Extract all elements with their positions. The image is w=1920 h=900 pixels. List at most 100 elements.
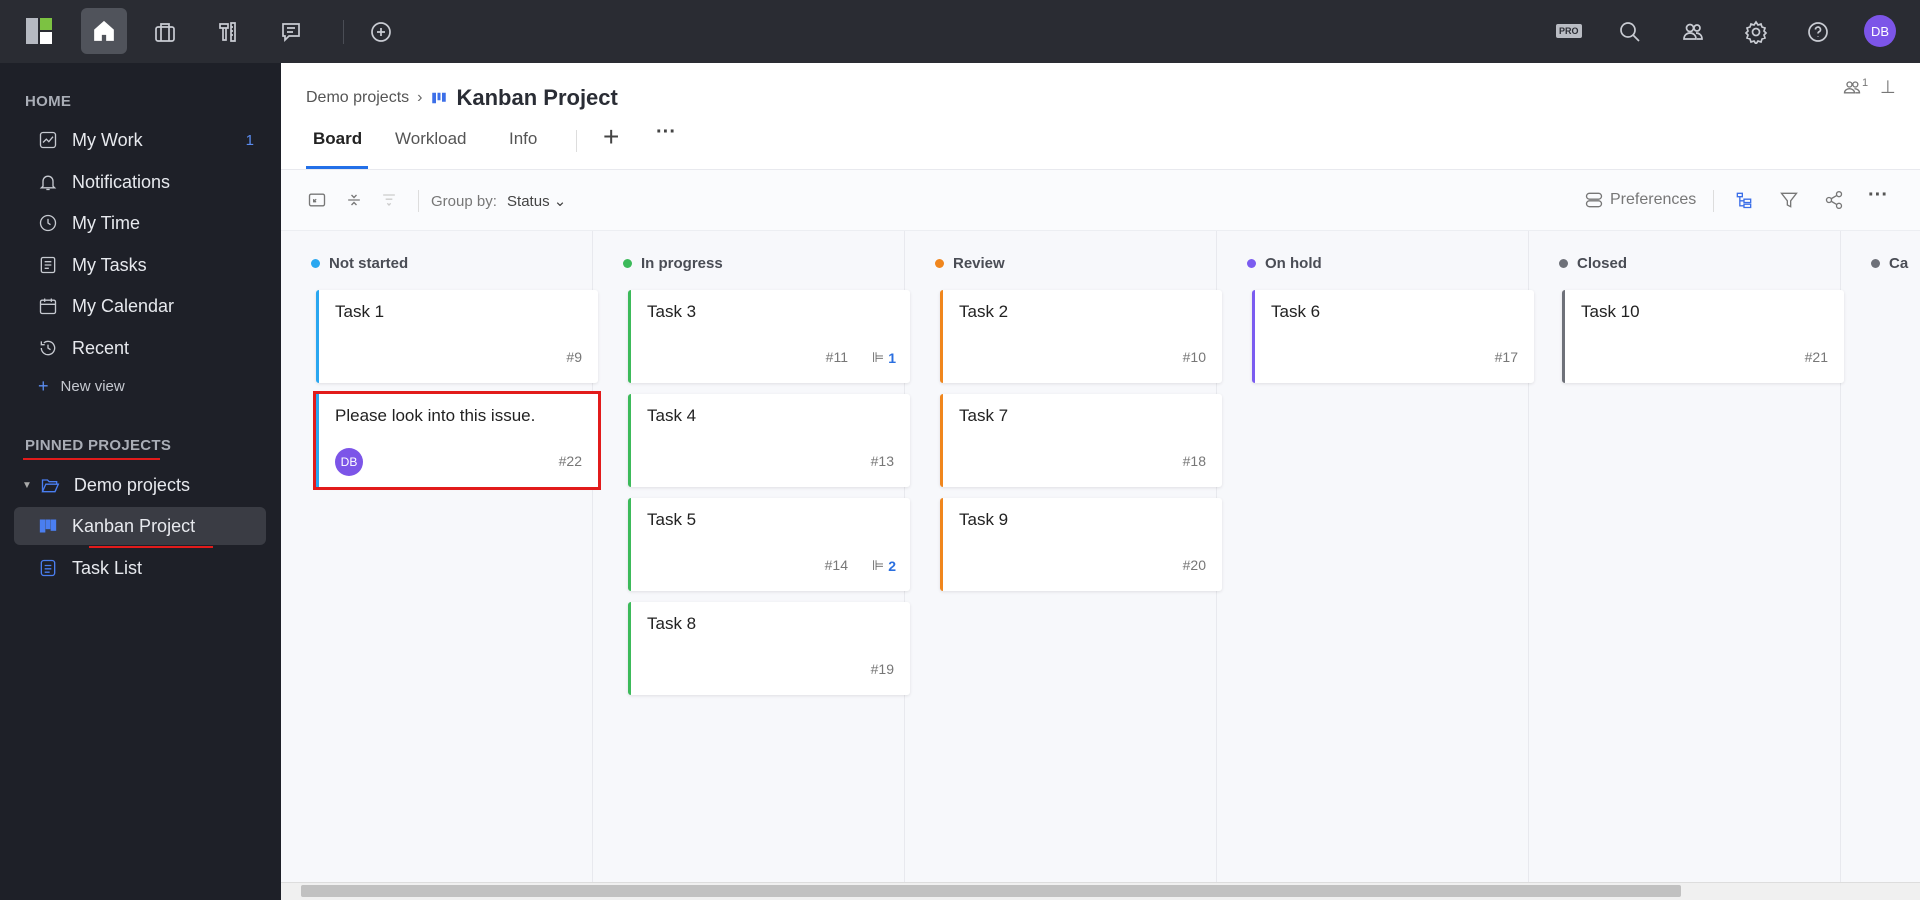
task-title: Task 3 xyxy=(647,302,697,321)
more-tabs-icon[interactable]: ··· xyxy=(656,121,676,144)
task-card[interactable]: Task 2 #10 xyxy=(940,290,1222,383)
add-tab-icon[interactable]: + xyxy=(603,121,619,153)
task-card[interactable]: Task 8 #19 xyxy=(628,602,910,695)
column-header[interactable]: Not started xyxy=(311,255,408,272)
home-icon[interactable] xyxy=(81,8,127,54)
tab-board[interactable]: Board xyxy=(313,129,362,149)
user-avatar[interactable]: DB xyxy=(1864,15,1896,47)
task-card[interactable]: Task 9 #20 xyxy=(940,498,1222,591)
collapse-rows-icon[interactable] xyxy=(344,190,364,214)
column-header[interactable]: Review xyxy=(935,255,1005,272)
gear-icon[interactable] xyxy=(1734,12,1778,52)
task-title: Task 6 xyxy=(1271,302,1321,321)
status-dot xyxy=(1247,259,1256,268)
sidebar-item-label: Recent xyxy=(72,337,130,358)
sidebar-folder-demo-projects[interactable]: ▼ Demo projects xyxy=(14,466,264,504)
subtasks-indicator[interactable]: ⊫ 2 xyxy=(872,557,896,574)
column-header[interactable]: Closed xyxy=(1559,255,1627,272)
group-by-dropdown[interactable]: Group by: Status ⌄ xyxy=(431,192,566,210)
sidebar-project-task-list[interactable]: Task List xyxy=(14,549,264,587)
annotation-underline xyxy=(23,458,160,460)
task-id: #14 xyxy=(824,557,848,573)
column-title: Not started xyxy=(329,255,409,272)
tab-workload[interactable]: Workload xyxy=(395,129,467,149)
board-column: In progress Task 3 #11 ⊫ 1 Task 4 #13 Task 5 #14… xyxy=(593,231,910,882)
new-view-button[interactable]: + New view xyxy=(14,367,264,405)
clock-icon xyxy=(39,214,57,232)
preferences-button[interactable]: Preferences xyxy=(1584,190,1696,210)
sidebar: HOME My Work 1 Notifications My Time My T… xyxy=(0,63,281,900)
task-card[interactable]: Task 7 #18 xyxy=(940,394,1222,487)
subtasks-indicator[interactable]: ⊫ 1 xyxy=(872,349,896,366)
tools-icon[interactable] xyxy=(206,12,250,52)
task-card[interactable]: Task 6 #17 xyxy=(1252,290,1534,383)
task-card[interactable]: Please look into this issue. #22 DB xyxy=(313,391,601,490)
sidebar-item-my-time[interactable]: My Time xyxy=(14,204,264,242)
more-options-icon[interactable]: ··· xyxy=(1868,184,1888,207)
new-view-label: New view xyxy=(60,377,125,395)
kanban-icon xyxy=(432,92,447,104)
task-card[interactable]: Task 10 #21 xyxy=(1562,290,1844,383)
expand-icon[interactable] xyxy=(307,190,327,214)
members-button[interactable]: 1 xyxy=(1842,77,1868,97)
task-card[interactable]: Task 4 #13 xyxy=(628,394,910,487)
chat-icon[interactable] xyxy=(269,12,313,52)
task-card[interactable]: Task 3 #11 ⊫ 1 xyxy=(628,290,910,383)
assignee-avatar[interactable]: DB xyxy=(335,448,363,476)
column-header[interactable]: Ca xyxy=(1871,255,1908,272)
column-title: Ca xyxy=(1889,255,1909,272)
filter-icon[interactable] xyxy=(1779,190,1799,214)
collapse-all-icon[interactable] xyxy=(379,190,399,214)
task-title: Task 8 xyxy=(647,614,697,633)
status-dot xyxy=(311,259,320,268)
scrollbar-thumb[interactable] xyxy=(301,885,1681,897)
home-heading: HOME xyxy=(25,93,72,110)
task-title: Please look into this issue. xyxy=(335,406,536,425)
board-toolbar: Group by: Status ⌄ Preferences ··· xyxy=(281,169,1920,231)
pro-badge[interactable]: PRO xyxy=(1556,24,1582,38)
kanban-icon xyxy=(39,519,57,533)
folder-open-icon xyxy=(41,479,60,493)
toolbar-divider xyxy=(1713,190,1714,212)
breadcrumb: Demo projects › Kanban Project xyxy=(306,85,618,111)
task-id: #10 xyxy=(1182,349,1206,365)
members-count: 1 xyxy=(1862,77,1869,89)
task-card[interactable]: Task 1 #9 xyxy=(316,290,598,383)
hierarchy-icon[interactable] xyxy=(1734,190,1754,214)
board-column: Closed Task 10 #21 xyxy=(1529,231,1844,882)
task-title: Task 7 xyxy=(959,406,1009,425)
task-id: #17 xyxy=(1494,349,1518,365)
status-dot xyxy=(1559,259,1568,268)
users-icon[interactable] xyxy=(1671,12,1715,52)
task-card[interactable]: Task 5 #14 ⊫ 2 xyxy=(628,498,910,591)
share-icon[interactable] xyxy=(1824,190,1844,214)
toolbar-divider xyxy=(343,20,344,44)
column-header[interactable]: In progress xyxy=(623,255,723,272)
chevron-down-icon: ⌄ xyxy=(553,193,567,210)
sidebar-project-kanban[interactable]: Kanban Project xyxy=(14,507,266,545)
column-header[interactable]: On hold xyxy=(1247,255,1322,272)
list-doc-icon xyxy=(40,559,56,577)
sidebar-item-my-tasks[interactable]: My Tasks xyxy=(14,246,264,284)
breadcrumb-link[interactable]: Demo projects xyxy=(306,89,409,107)
briefcase-icon[interactable] xyxy=(143,12,187,52)
tab-info[interactable]: Info xyxy=(509,129,537,149)
help-icon[interactable] xyxy=(1796,12,1840,52)
task-title: Task 5 xyxy=(647,510,697,529)
plus-circle-icon[interactable] xyxy=(359,12,403,52)
task-title: Task 1 xyxy=(335,302,385,321)
task-id: #11 xyxy=(825,349,848,365)
sidebar-item-label: My Tasks xyxy=(72,254,147,275)
subtask-icon: ⊫ xyxy=(872,557,885,573)
task-id: #20 xyxy=(1182,557,1206,573)
sidebar-item-recent[interactable]: Recent xyxy=(14,329,264,367)
pin-icon[interactable]: ⊥ xyxy=(1880,77,1896,98)
board-column: On hold Task 6 #17 xyxy=(1217,231,1534,882)
app-logo[interactable] xyxy=(26,18,52,44)
board-column: Not started Task 1 #9 Please look into this… xyxy=(281,231,601,882)
sidebar-item-my-work[interactable]: My Work 1 xyxy=(14,121,264,159)
sidebar-item-notifications[interactable]: Notifications xyxy=(14,163,264,201)
column-title: In progress xyxy=(641,255,723,272)
sidebar-item-my-calendar[interactable]: My Calendar xyxy=(14,287,264,325)
search-icon[interactable] xyxy=(1608,12,1652,52)
